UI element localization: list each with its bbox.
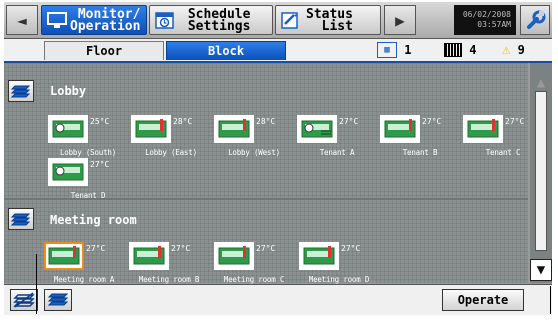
clock-display: 06/02/2008 03:57AM bbox=[454, 5, 516, 35]
unit-temp: 27°C bbox=[422, 117, 442, 126]
schedule-settings-button[interactable]: Schedule Settings bbox=[149, 5, 273, 35]
indoor-unit-icon bbox=[48, 115, 88, 143]
unit-tenant-b[interactable]: 27°C Tenant B bbox=[380, 115, 460, 161]
unit-temp: 25°C bbox=[90, 117, 110, 126]
indoor-unit-icon bbox=[214, 242, 254, 270]
unit-temp: 28°C bbox=[173, 117, 193, 126]
unit-temp: 27°C bbox=[505, 117, 525, 126]
group-select-icon bbox=[13, 292, 35, 308]
group-status-icon: ▦ bbox=[377, 42, 397, 58]
group-layers-icon bbox=[47, 293, 69, 306]
meeting-room-group-button[interactable] bbox=[8, 208, 34, 230]
back-arrow-icon: ◄ bbox=[17, 10, 27, 30]
unit-meeting-room-a[interactable]: 27°C Meeting room A bbox=[44, 242, 124, 288]
lobby-group-button[interactable] bbox=[8, 80, 34, 102]
section-divider bbox=[4, 198, 528, 200]
unit-meeting-room-b[interactable]: 27°C Meeting room B bbox=[129, 242, 209, 288]
callout-line bbox=[36, 254, 37, 314]
all-groups-button[interactable] bbox=[44, 289, 72, 311]
unit-temp: 27°C bbox=[339, 117, 359, 126]
monitor-operation-label: Monitor/ Operation bbox=[70, 7, 141, 34]
group-layers-icon bbox=[11, 85, 31, 98]
indoor-unit-icon bbox=[129, 242, 169, 270]
group-count-value: 1 bbox=[404, 43, 412, 57]
warning-count-value: 9 bbox=[517, 43, 525, 57]
unit-temp: 27°C bbox=[171, 244, 191, 253]
section-title-lobby: Lobby bbox=[50, 84, 87, 98]
warning-triangle-icon: ⚠ bbox=[502, 42, 511, 58]
unit-lobby-south[interactable]: 25°C Lobby (South) bbox=[48, 115, 128, 161]
top-toolbar: ◄ Monitor/ Operation Schedule Settings S… bbox=[4, 2, 552, 39]
unit-temp: 27°C bbox=[86, 244, 106, 253]
warning-count: ⚠ 9 bbox=[502, 42, 525, 58]
status-list-button[interactable]: Status List bbox=[275, 5, 381, 35]
scroll-thumb[interactable] bbox=[535, 91, 547, 251]
unit-meeting-room-c[interactable]: 27°C Meeting room C bbox=[214, 242, 294, 288]
indoor-unit-icon bbox=[299, 242, 339, 270]
unit-temp: 27°C bbox=[90, 160, 110, 169]
unit-lobby-east[interactable]: 28°C Lobby (East) bbox=[131, 115, 211, 161]
touch-panel-screen: ◄ Monitor/ Operation Schedule Settings S… bbox=[4, 2, 552, 315]
unit-lobby-west[interactable]: 28°C Lobby (West) bbox=[214, 115, 294, 161]
indoor-unit-icon bbox=[214, 115, 254, 143]
error-count: 4 bbox=[444, 42, 476, 57]
indoor-unit-icon bbox=[463, 115, 503, 143]
unit-meeting-room-d[interactable]: 27°C Meeting room D bbox=[299, 242, 379, 288]
vertical-scrollbar[interactable]: ▲ ▼ bbox=[530, 63, 552, 283]
status-list-icon bbox=[281, 12, 298, 29]
indoor-unit-icon bbox=[380, 115, 420, 143]
tab-floor[interactable]: Floor bbox=[44, 41, 164, 60]
indoor-unit-icon bbox=[131, 115, 171, 143]
indoor-unit-icon bbox=[48, 158, 88, 186]
status-list-label: Status List bbox=[306, 7, 353, 34]
back-button[interactable]: ◄ bbox=[6, 5, 38, 35]
error-count-value: 4 bbox=[469, 42, 477, 57]
wrench-icon bbox=[527, 10, 546, 29]
schedule-settings-label: Schedule Settings bbox=[187, 7, 251, 34]
error-grid-icon bbox=[444, 42, 462, 57]
unit-name: Meeting room D bbox=[308, 275, 370, 284]
view-tab-row: Floor Block ▦ 1 4 ⚠ 9 bbox=[4, 39, 552, 63]
group-layers-icon bbox=[11, 213, 31, 226]
monitor-icon bbox=[47, 12, 67, 28]
unit-temp: 27°C bbox=[256, 244, 276, 253]
monitor-operation-button[interactable]: Monitor/ Operation bbox=[41, 5, 147, 35]
bottom-bar: Operate bbox=[4, 284, 552, 315]
operate-button[interactable]: Operate bbox=[442, 289, 524, 311]
forward-button[interactable]: ▶ bbox=[384, 5, 416, 35]
forward-arrow-icon: ▶ bbox=[395, 10, 405, 30]
block-view-area: Lobby 25°C Lobby (South) 28°C Lobby (Eas… bbox=[4, 63, 528, 284]
callout-line bbox=[550, 286, 551, 314]
calendar-clock-icon bbox=[155, 12, 174, 29]
group-count: ▦ 1 bbox=[377, 42, 411, 58]
maintenance-button[interactable] bbox=[520, 5, 550, 35]
unit-temp: 28°C bbox=[256, 117, 276, 126]
select-all-groups-button[interactable] bbox=[10, 289, 38, 311]
scroll-down-button[interactable]: ▼ bbox=[530, 259, 552, 281]
indoor-unit-icon bbox=[44, 242, 84, 270]
tab-block[interactable]: Block bbox=[166, 41, 286, 60]
section-title-meeting-room: Meeting room bbox=[50, 213, 137, 227]
date-text: 06/02/2008 bbox=[462, 10, 511, 19]
unit-tenant-a[interactable]: 27°C Tenant A bbox=[297, 115, 377, 161]
unit-temp: 27°C bbox=[341, 244, 361, 253]
time-text: 03:57AM bbox=[477, 20, 511, 29]
indoor-unit-icon bbox=[297, 115, 337, 143]
